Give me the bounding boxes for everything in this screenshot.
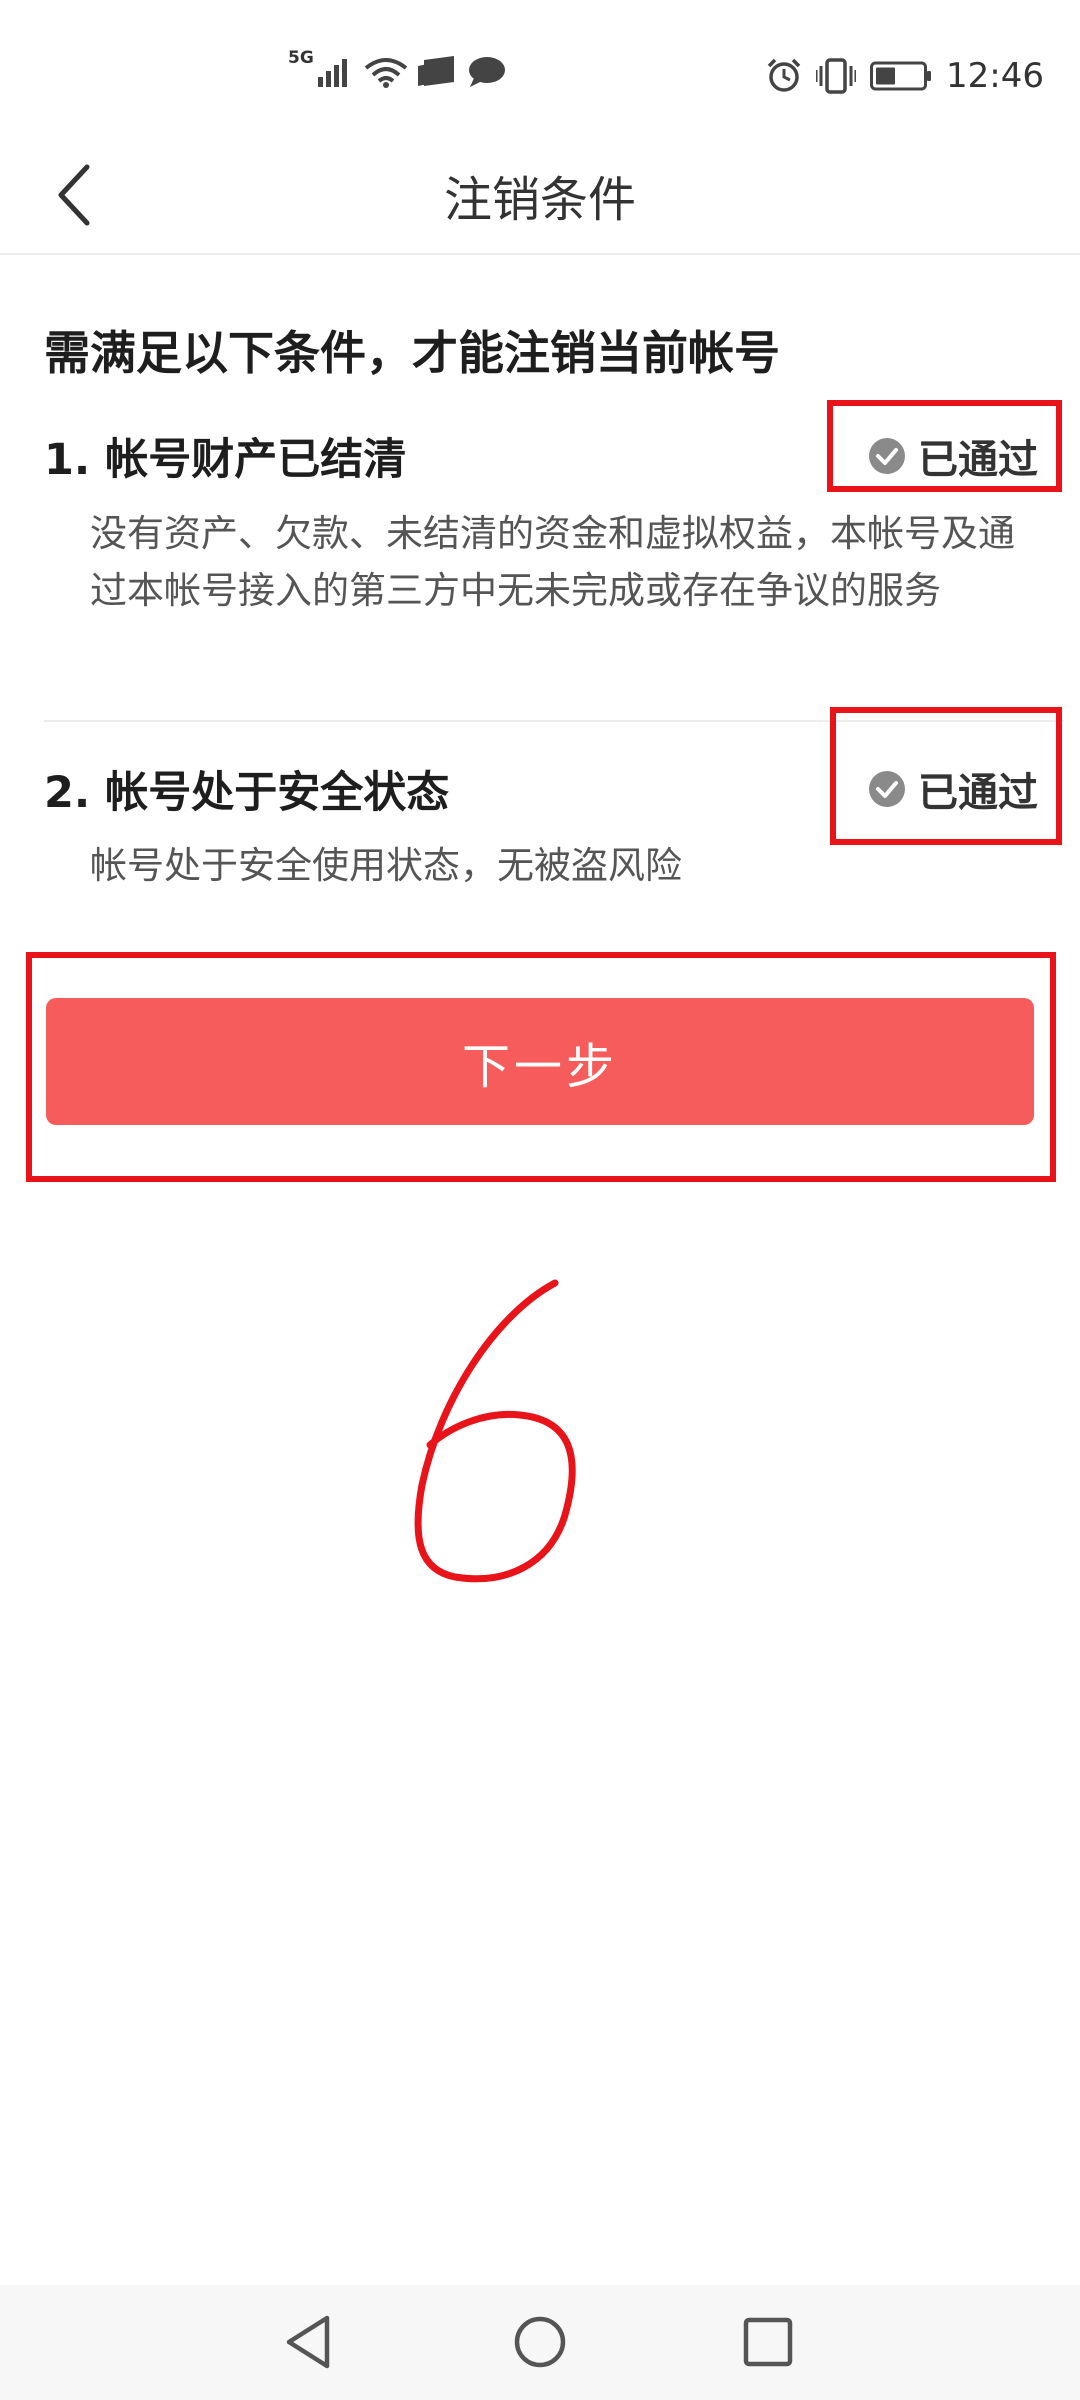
battery-icon — [870, 61, 932, 91]
message-icon — [468, 57, 505, 87]
signal-icon — [317, 59, 347, 87]
nav-recent-button[interactable] — [733, 2307, 803, 2377]
square-recent-icon — [743, 2317, 793, 2367]
status-bar: 5G 12:46 — [0, 0, 1080, 130]
condition-1-title: 1. 帐号财产已结清 — [44, 435, 407, 485]
intro-heading: 需满足以下条件，才能注销当前帐号 — [44, 326, 780, 380]
condition-1-description: 没有资产、欠款、未结清的资金和虚拟权益，本帐号及通过本帐号接入的第三方中无未完成… — [90, 512, 1015, 612]
next-step-button[interactable]: 下一步 — [46, 998, 1034, 1125]
annotation-highlight-box-1 — [827, 400, 1062, 492]
clock-time: 12:46 — [946, 56, 1044, 96]
annotation-highlight-box-2 — [830, 707, 1062, 845]
condition-2-title: 2. 帐号处于安全状态 — [44, 768, 450, 818]
status-right-icons: 12:46 — [766, 56, 1044, 96]
page-title: 注销条件 — [443, 172, 636, 228]
nav-back-button[interactable] — [273, 2307, 343, 2377]
wifi-icon — [364, 58, 408, 88]
network-type-label: 5G — [288, 48, 314, 68]
vibrate-icon — [816, 58, 857, 94]
app-header: 注销条件 — [0, 130, 1080, 255]
status-left-icons: 5G — [288, 48, 506, 88]
circle-home-icon — [514, 2316, 566, 2368]
handwritten-annotation-6 — [414, 1279, 576, 1583]
system-navigation-bar — [0, 2285, 1080, 2400]
alarm-icon — [767, 58, 801, 92]
triangle-back-icon — [286, 2315, 330, 2369]
page: 5G 12:46 注销条件 需满足以下条件，才能注销当前帐号 1. 帐号财产已结… — [0, 0, 1080, 2400]
cast-icon — [417, 56, 454, 86]
condition-2-description: 帐号处于安全使用状态，无被盗风险 — [90, 844, 682, 887]
nav-home-button[interactable] — [505, 2307, 575, 2377]
